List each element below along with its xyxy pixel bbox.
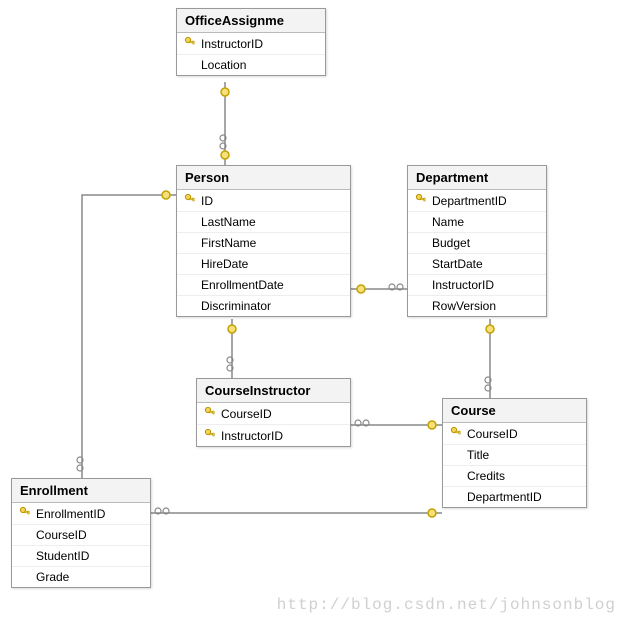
rel-person-department <box>351 284 407 293</box>
rel-person-enrollment <box>77 191 176 478</box>
entity-department[interactable]: Department DepartmentID Name Budget StartDat… <box>407 165 547 317</box>
field-row[interactable]: CourseID <box>12 525 150 546</box>
field-name: Discriminator <box>199 299 271 313</box>
field-row[interactable]: Name <box>408 212 546 233</box>
field-row[interactable]: ID <box>177 190 350 212</box>
field-name: LastName <box>199 215 256 229</box>
primary-key-icon <box>181 193 199 208</box>
field-row[interactable]: Budget <box>408 233 546 254</box>
rel-course-courseinstructor <box>351 420 442 429</box>
field-name: Name <box>430 215 464 229</box>
field-name: DepartmentID <box>465 490 542 504</box>
field-row[interactable]: Grade <box>12 567 150 587</box>
entity-officeAssignment[interactable]: OfficeAssignme InstructorID Location <box>176 8 326 76</box>
primary-key-icon <box>201 406 219 421</box>
field-row[interactable]: FirstName <box>177 233 350 254</box>
field-name: CourseID <box>219 407 272 421</box>
field-row[interactable]: InstructorID <box>197 425 350 446</box>
entity-fields: ID LastName FirstName HireDate EnrollmentDat… <box>177 190 350 316</box>
field-name: RowVersion <box>430 299 496 313</box>
field-row[interactable]: DepartmentID <box>408 190 546 212</box>
rel-department-course <box>485 319 494 398</box>
rel-officeassignment-person <box>220 82 229 165</box>
field-name: Title <box>465 448 489 462</box>
entity-title[interactable]: OfficeAssignme <box>177 9 325 33</box>
primary-key-icon <box>447 426 465 441</box>
field-row[interactable]: InstructorID <box>177 33 325 55</box>
field-name: DepartmentID <box>430 194 507 208</box>
field-name: CourseID <box>465 427 518 441</box>
field-name: StartDate <box>430 257 483 271</box>
entity-fields: CourseID Title Credits DepartmentID <box>443 423 586 507</box>
field-row[interactable]: EnrollmentDate <box>177 275 350 296</box>
entity-title[interactable]: Course <box>443 399 586 423</box>
field-name: EnrollmentDate <box>199 278 284 292</box>
rel-person-courseinstructor <box>227 319 236 378</box>
field-name: StudentID <box>34 549 89 563</box>
entity-enrollment[interactable]: Enrollment EnrollmentID CourseID StudentID G… <box>11 478 151 588</box>
primary-key-icon <box>412 193 430 208</box>
entity-fields: EnrollmentID CourseID StudentID Grade <box>12 503 150 587</box>
field-row[interactable]: Discriminator <box>177 296 350 316</box>
field-row[interactable]: DepartmentID <box>443 487 586 507</box>
entity-fields: InstructorID Location <box>177 33 325 75</box>
field-name: Grade <box>34 570 69 584</box>
field-row[interactable]: StartDate <box>408 254 546 275</box>
field-row[interactable]: HireDate <box>177 254 350 275</box>
field-row[interactable]: Credits <box>443 466 586 487</box>
entity-title[interactable]: CourseInstructor <box>197 379 350 403</box>
field-name: HireDate <box>199 257 248 271</box>
field-name: CourseID <box>34 528 87 542</box>
field-name: Budget <box>430 236 470 250</box>
field-row[interactable]: CourseID <box>197 403 350 425</box>
rel-course-enrollment <box>151 508 442 517</box>
entity-title[interactable]: Person <box>177 166 350 190</box>
field-name: Location <box>199 58 246 72</box>
field-name: FirstName <box>199 236 256 250</box>
entity-fields: DepartmentID Name Budget StartDate Instructo… <box>408 190 546 316</box>
entity-person[interactable]: Person ID LastName FirstName HireDate Enrollm… <box>176 165 351 317</box>
field-name: EnrollmentID <box>34 507 105 521</box>
entity-fields: CourseID InstructorID <box>197 403 350 446</box>
entity-title[interactable]: Department <box>408 166 546 190</box>
watermark: http://blog.csdn.net/johnsonblog <box>277 596 616 614</box>
entity-course[interactable]: Course CourseID Title Credits DepartmentID <box>442 398 587 508</box>
field-row[interactable]: RowVersion <box>408 296 546 316</box>
field-row[interactable]: EnrollmentID <box>12 503 150 525</box>
field-row[interactable]: InstructorID <box>408 275 546 296</box>
field-name: InstructorID <box>219 429 283 443</box>
field-row[interactable]: Location <box>177 55 325 75</box>
field-row[interactable]: CourseID <box>443 423 586 445</box>
field-name: InstructorID <box>430 278 494 292</box>
primary-key-icon <box>201 428 219 443</box>
primary-key-icon <box>16 506 34 521</box>
field-name: Credits <box>465 469 505 483</box>
field-row[interactable]: LastName <box>177 212 350 233</box>
field-row[interactable]: StudentID <box>12 546 150 567</box>
field-row[interactable]: Title <box>443 445 586 466</box>
field-name: InstructorID <box>199 37 263 51</box>
entity-title[interactable]: Enrollment <box>12 479 150 503</box>
entity-courseInstructor[interactable]: CourseInstructor CourseID InstructorID <box>196 378 351 447</box>
primary-key-icon <box>181 36 199 51</box>
field-name: ID <box>199 194 213 208</box>
